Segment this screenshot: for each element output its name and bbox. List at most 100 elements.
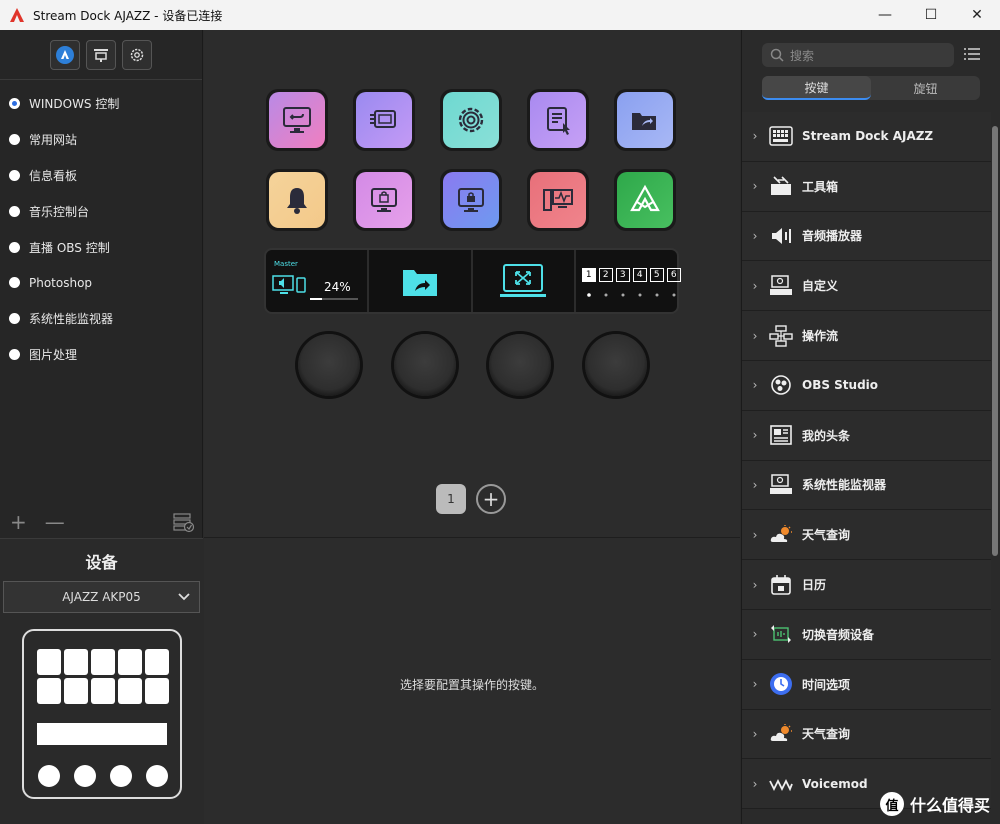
voicemod-icon: [768, 771, 794, 797]
category-label: OBS Studio: [802, 378, 879, 393]
key-6[interactable]: [266, 169, 328, 231]
knob-1[interactable]: [298, 334, 360, 396]
profile-item-windows[interactable]: WINDOWS 控制: [0, 86, 202, 122]
knob-4[interactable]: [585, 334, 647, 396]
chevron-right-icon: ›: [752, 278, 758, 293]
chevron-right-icon: ›: [752, 627, 758, 642]
editor-panel: Master 24% 1 2 3 4 5 6 1 + 选择要配置其操作的按键。: [204, 30, 740, 824]
action-panel: 搜索 按键 旋钮 › Stream Dock AJAZZ › 工具箱 › 音频播…: [741, 30, 1000, 824]
volume-value: 24%: [324, 280, 351, 294]
close-button[interactable]: ✕: [954, 0, 1000, 30]
radio-icon[interactable]: [9, 277, 20, 289]
radio-icon[interactable]: [9, 205, 20, 217]
profile-item-photoshop[interactable]: Photoshop: [0, 265, 202, 301]
key-7[interactable]: [353, 169, 415, 231]
profile-manage-icon[interactable]: [173, 511, 195, 533]
tab-keys[interactable]: 按键: [762, 76, 871, 100]
left-toolbar: [0, 30, 202, 80]
key-9[interactable]: [527, 169, 589, 231]
device-selected-value: AJAZZ AKP05: [62, 590, 141, 604]
profile-item-dashboard[interactable]: 信息看板: [0, 158, 202, 194]
key-4[interactable]: [527, 89, 589, 151]
profile-item-obs[interactable]: 直播 OBS 控制: [0, 229, 202, 265]
add-profile-button[interactable]: +: [10, 512, 27, 532]
category-obs[interactable]: › OBS Studio: [742, 360, 991, 411]
add-page-button[interactable]: +: [476, 484, 506, 514]
category-weather[interactable]: › 天气查询: [742, 510, 991, 561]
strip-segment-volume[interactable]: Master 24%: [266, 250, 370, 312]
profile-item-image[interactable]: 图片处理: [0, 337, 202, 373]
key-2[interactable]: [353, 89, 415, 151]
chevron-right-icon: ›: [752, 129, 758, 144]
profile-item-websites[interactable]: 常用网站: [0, 122, 202, 158]
device-dropdown[interactable]: AJAZZ AKP05: [3, 581, 200, 613]
chevron-right-icon: ›: [752, 577, 758, 592]
knob-3[interactable]: [489, 334, 551, 396]
app-logo-icon: [10, 8, 24, 22]
category-flow[interactable]: › 操作流: [742, 311, 991, 361]
preview-key: [145, 649, 169, 675]
category-sysmonitor[interactable]: › 系统性能监视器: [742, 460, 991, 511]
plugin-button[interactable]: [86, 39, 116, 70]
device-title: 设备: [85, 553, 118, 572]
strip-segment-pages[interactable]: 1 2 3 4 5 6: [576, 250, 681, 312]
preview-key: [64, 678, 88, 704]
radio-icon[interactable]: [9, 169, 20, 181]
strip-segment-fullscreen[interactable]: [473, 250, 576, 312]
profile-label: 直播 OBS 控制: [29, 240, 110, 255]
chevron-right-icon: ›: [752, 477, 758, 492]
strip-segment-folder[interactable]: [369, 250, 473, 312]
settings-button[interactable]: [122, 39, 152, 70]
screen-lock-icon: [371, 188, 397, 212]
weather-icon: [768, 721, 794, 747]
category-label: Stream Dock AJAZZ: [802, 129, 934, 144]
key-10[interactable]: [614, 169, 676, 231]
preview-knob: [74, 765, 96, 787]
store-button[interactable]: [50, 39, 80, 70]
gear-icon: [130, 48, 144, 61]
preview-key: [37, 649, 61, 675]
category-scrollbar[interactable]: [992, 126, 998, 556]
key-3[interactable]: [440, 89, 502, 151]
category-label: 操作流: [802, 329, 839, 344]
category-stream-dock[interactable]: › Stream Dock AJAZZ: [742, 112, 991, 162]
remove-profile-button[interactable]: —: [45, 512, 65, 532]
search-icon: [770, 48, 784, 62]
category-custom[interactable]: › 自定义: [742, 261, 991, 312]
category-audio-player[interactable]: › 音频播放器: [742, 211, 991, 262]
preview-key: [118, 649, 142, 675]
profile-item-music[interactable]: 音乐控制台: [0, 193, 202, 229]
category-toolbox[interactable]: › 工具箱: [742, 161, 991, 212]
knob-2[interactable]: [394, 334, 456, 396]
category-weather-2[interactable]: › 天气查询: [742, 709, 991, 760]
category-calendar[interactable]: › 日历: [742, 560, 991, 610]
radio-icon[interactable]: [9, 134, 20, 146]
master-label: Master: [274, 260, 298, 268]
search-placeholder: 搜索: [790, 48, 815, 63]
radio-icon[interactable]: [9, 348, 20, 360]
list-view-icon[interactable]: [964, 47, 980, 61]
key-8[interactable]: [440, 169, 502, 231]
device-canvas: Master 24% 1 2 3 4 5 6 1 +: [204, 30, 740, 538]
key-5[interactable]: [614, 89, 676, 151]
maximize-button[interactable]: ☐: [908, 0, 954, 30]
chevron-right-icon: ›: [752, 228, 758, 243]
tab-knobs[interactable]: 旋钮: [871, 76, 980, 100]
profile-label: WINDOWS 控制: [29, 97, 120, 112]
preview-key: [91, 649, 115, 675]
minimize-button[interactable]: —: [862, 0, 908, 30]
category-news[interactable]: › 我的头条: [742, 410, 991, 461]
volume-device-icon: [272, 275, 306, 294]
radio-icon[interactable]: [9, 241, 20, 253]
search-box[interactable]: 搜索: [762, 43, 954, 67]
category-time[interactable]: › 时间选项: [742, 659, 991, 710]
radio-icon[interactable]: [9, 313, 20, 325]
profile-tools: + —: [0, 506, 203, 538]
profile-item-sysmonitor[interactable]: 系统性能监视器: [0, 301, 202, 337]
page-button-1[interactable]: 1: [436, 484, 466, 514]
radio-selected-icon[interactable]: [9, 98, 20, 110]
page-indicator-5: 5: [649, 268, 664, 282]
key-1[interactable]: [266, 89, 328, 151]
category-audio-switch[interactable]: › 切换音频设备: [742, 609, 991, 660]
category-label: 自定义: [802, 279, 839, 294]
